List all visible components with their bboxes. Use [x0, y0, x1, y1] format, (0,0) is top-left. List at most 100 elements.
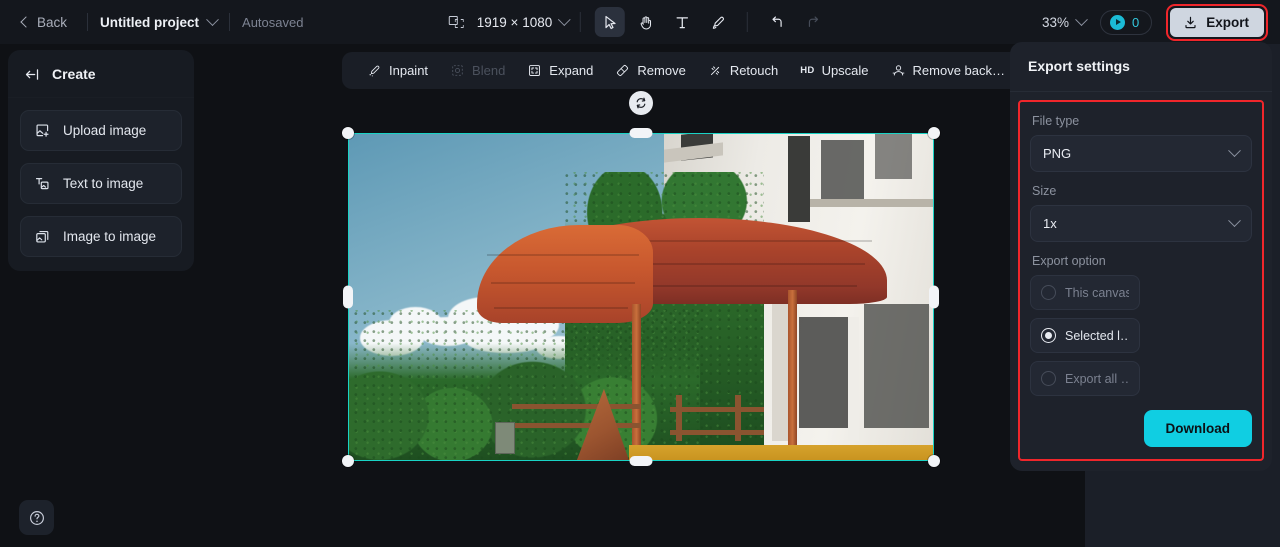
sidebar-item-text-to-image[interactable]: Text to image: [20, 163, 182, 204]
export-option-label-text: Selected l…: [1065, 328, 1129, 343]
blend-label: Blend: [472, 63, 506, 78]
rotate-handle[interactable]: [629, 91, 653, 115]
resize-handle-bottom-left[interactable]: [342, 455, 354, 467]
upscale-button[interactable]: HD Upscale: [789, 57, 879, 84]
autosaved-status: Autosaved: [242, 14, 304, 30]
export-option-this-canvas[interactable]: This canvas: [1030, 275, 1140, 310]
building-window: [874, 133, 913, 179]
resize-handle-top-right[interactable]: [928, 127, 940, 139]
zoom-control[interactable]: 33%: [1041, 12, 1088, 30]
building-opening: [799, 316, 854, 429]
redo-button[interactable]: [798, 7, 828, 37]
top-bar-left: Back Untitled project Autosaved: [0, 0, 303, 44]
export-option-export-all[interactable]: Export all …: [1030, 361, 1140, 396]
canvas-dimensions[interactable]: 1919 × 1080: [477, 15, 552, 30]
resize-handle-bottom-right[interactable]: [928, 455, 940, 467]
remove-icon: [615, 63, 630, 78]
selected-image-layer[interactable]: [342, 91, 940, 467]
size-value: 1x: [1043, 216, 1057, 231]
credits-count: 0: [1132, 14, 1140, 30]
expand-label: Expand: [549, 63, 594, 78]
retouch-button[interactable]: Retouch: [697, 57, 789, 84]
file-type-select[interactable]: PNG: [1030, 135, 1252, 172]
resize-handle-right[interactable]: [929, 285, 939, 309]
export-option-group: This canvas Selected l… Export all …: [1030, 275, 1252, 396]
retouch-label: Retouch: [729, 63, 779, 78]
project-name[interactable]: Untitled project: [100, 15, 199, 30]
photo-post: [787, 290, 798, 455]
sidebar-item-label: Text to image: [63, 176, 144, 191]
collapse-sidebar-icon[interactable]: [24, 67, 41, 82]
help-button[interactable]: [19, 500, 54, 535]
undo-button[interactable]: [762, 7, 792, 37]
size-select[interactable]: 1x: [1030, 205, 1252, 242]
remove-background-label: Remove back…: [912, 63, 1006, 78]
text-to-image-icon: [34, 175, 51, 192]
blend-button[interactable]: Blend: [439, 57, 516, 84]
export-option-selected-layers[interactable]: Selected l…: [1030, 318, 1140, 353]
canvas-photo: [348, 133, 934, 461]
photo-rail-post: [734, 395, 741, 442]
select-tool-button[interactable]: [595, 7, 626, 37]
export-option-label-text: Export all …: [1065, 371, 1129, 386]
radio-icon: [1041, 371, 1056, 386]
export-option-label-text: This canvas: [1065, 285, 1129, 300]
retouch-icon: [708, 63, 723, 78]
zoom-level: 33%: [1041, 14, 1069, 30]
chevron-down-icon: [1228, 214, 1241, 228]
inpaint-icon: [367, 63, 382, 78]
export-settings-title: Export settings: [1028, 58, 1130, 74]
remove-background-button[interactable]: Remove back…: [880, 57, 1016, 84]
divider: [87, 13, 89, 31]
divider: [747, 12, 749, 32]
hand-tool-button[interactable]: [631, 7, 661, 37]
remove-button[interactable]: Remove: [604, 57, 696, 84]
upscale-label: Upscale: [821, 63, 869, 78]
photo-rail: [512, 403, 641, 409]
export-button[interactable]: Export: [1170, 7, 1264, 37]
photo-rail: [512, 422, 641, 429]
app-root: Back Untitled project Autosaved 1919 × 1…: [0, 0, 1280, 547]
download-button[interactable]: Download: [1143, 410, 1252, 447]
sidebar-item-image-to-image[interactable]: Image to image: [20, 216, 182, 257]
canvas-area[interactable]: Inpaint Blend Expand Remove Retouch HD U…: [200, 44, 1085, 547]
inpaint-button[interactable]: Inpaint: [356, 57, 439, 84]
building-rail: [810, 198, 934, 207]
project-menu-button[interactable]: [206, 12, 219, 27]
resize-handle-left[interactable]: [343, 285, 353, 309]
building-opening: [863, 303, 929, 429]
back-button[interactable]: Back: [14, 11, 75, 34]
credits-badge[interactable]: 0: [1100, 9, 1153, 35]
expand-button[interactable]: Expand: [516, 57, 604, 84]
export-settings-body-highlight: File type PNG Size 1x Export option This…: [1018, 100, 1264, 461]
export-label: Export: [1206, 14, 1249, 30]
canvas-size-icon: [448, 13, 467, 31]
sidebar-item-label: Image to image: [63, 229, 157, 244]
resize-handle-top-left[interactable]: [342, 127, 354, 139]
file-type-value: PNG: [1043, 146, 1072, 161]
edit-toolbar: Inpaint Blend Expand Remove Retouch HD U…: [342, 52, 1031, 89]
photo-deck: [629, 444, 934, 461]
top-bar: Back Untitled project Autosaved 1919 × 1…: [0, 0, 1280, 44]
building-column: [847, 316, 859, 442]
photo-rail-post: [676, 395, 683, 442]
export-settings-header: Export settings: [1010, 42, 1272, 92]
chevron-down-icon: [1075, 12, 1088, 26]
sidebar-item-upload-image[interactable]: Upload image: [20, 110, 182, 151]
blend-icon: [450, 63, 465, 78]
canvas-dimensions-menu-button[interactable]: [558, 12, 572, 27]
size-label: Size: [1032, 184, 1057, 198]
sidebar-item-label: Upload image: [63, 123, 147, 138]
building-window: [820, 139, 864, 206]
resize-handle-top[interactable]: [629, 128, 653, 138]
expand-icon: [527, 63, 542, 78]
sidebar-header: Create: [8, 50, 194, 98]
radio-icon: [1041, 285, 1056, 300]
credit-icon: [1110, 14, 1125, 30]
brush-tool-button[interactable]: [703, 7, 733, 37]
export-settings-panel: Export settings File type PNG Size 1x Ex…: [1010, 42, 1272, 471]
top-bar-right: 33% 0 Export: [1042, 0, 1268, 44]
text-tool-button[interactable]: [667, 7, 697, 37]
resize-handle-bottom[interactable]: [629, 456, 653, 466]
chevron-down-icon: [558, 12, 572, 26]
